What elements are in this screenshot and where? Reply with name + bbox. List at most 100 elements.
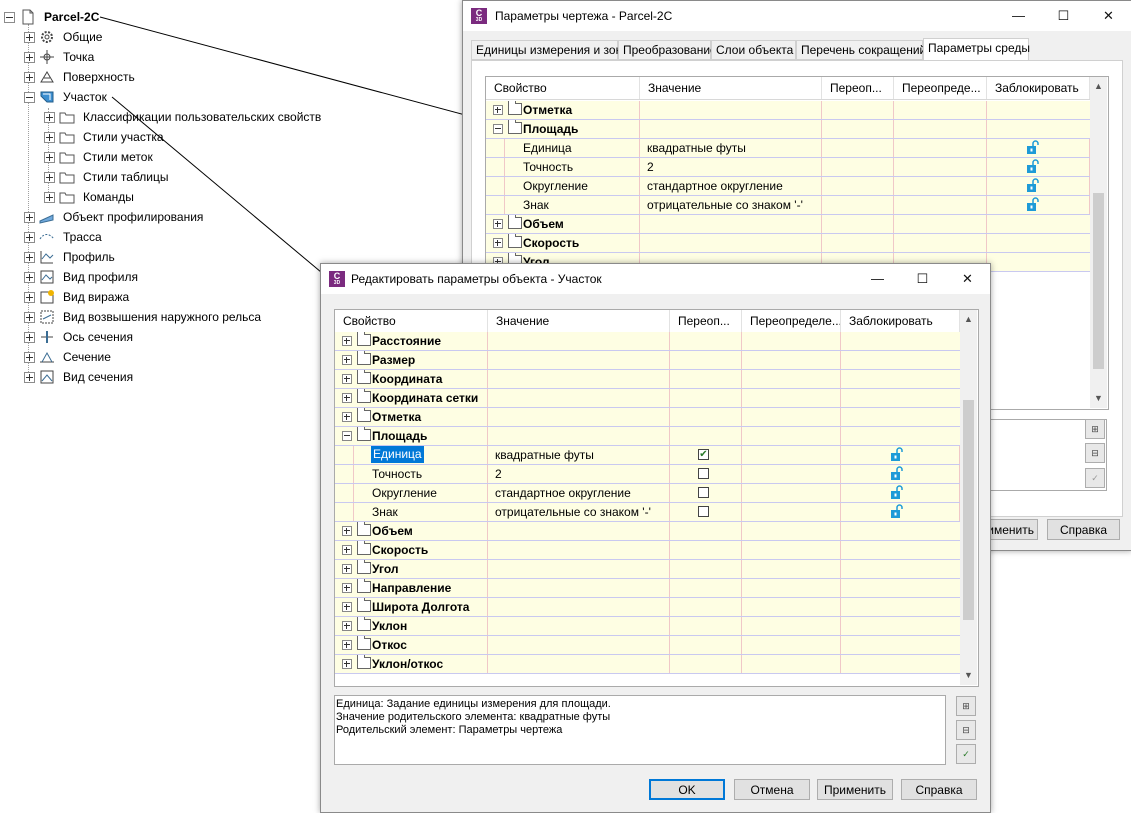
tree-item[interactable]: Классификации пользовательских свойств	[44, 107, 444, 127]
check-icon[interactable]: ✓	[1085, 468, 1105, 488]
group-cell[interactable]: Откос	[335, 636, 488, 654]
expand-toggle[interactable]	[44, 132, 55, 143]
expand-toggle[interactable]	[493, 219, 503, 229]
property-group-row[interactable]: Координата сетки	[335, 389, 960, 408]
tree-item[interactable]: Поверхность	[24, 67, 424, 87]
expand-toggle[interactable]	[24, 52, 35, 63]
override-checkbox[interactable]	[698, 487, 709, 498]
column-header-override[interactable]: Переоп...	[822, 77, 894, 99]
check-icon[interactable]: ✓	[956, 744, 976, 764]
property-row[interactable]: Округление стандартное округление	[335, 484, 960, 503]
column-header-override[interactable]: Переоп...	[670, 310, 742, 332]
vertical-scrollbar[interactable]: ▲ ▼	[1090, 77, 1107, 408]
expand-toggle[interactable]	[24, 232, 35, 243]
collapse-toggle[interactable]	[493, 124, 503, 134]
close-button[interactable]: ✕	[1086, 1, 1131, 31]
maximize-button[interactable]: ☐	[900, 264, 945, 294]
column-header-value[interactable]: Значение	[488, 310, 670, 332]
collapse-toggle[interactable]	[4, 12, 15, 23]
expand-toggle[interactable]	[342, 621, 352, 631]
expand-toggle[interactable]	[342, 602, 352, 612]
property-row[interactable]: Точность 2	[335, 465, 960, 484]
expand-toggle[interactable]	[44, 152, 55, 163]
expand-toggle[interactable]	[493, 238, 503, 248]
tree-item[interactable]: Стили участка	[44, 127, 444, 147]
lock-icon[interactable]	[890, 504, 904, 519]
override-checkbox[interactable]: ✔	[698, 449, 709, 460]
tree-item[interactable]: Трасса	[24, 227, 424, 247]
group-cell[interactable]: Размер	[335, 351, 488, 369]
override-cell[interactable]	[822, 139, 894, 157]
property-group-row[interactable]: Уклон/откос	[335, 655, 960, 674]
lock-cell[interactable]	[841, 465, 960, 483]
property-group-row[interactable]: Объем	[335, 522, 960, 541]
collapse-toggle[interactable]	[342, 431, 352, 441]
collapse-all-icon[interactable]: ⊟	[1085, 443, 1105, 463]
tab-0[interactable]: Единицы измерения и зона	[471, 40, 629, 60]
property-row[interactable]: Округление стандартное округление	[486, 177, 1090, 196]
property-group-row[interactable]: Широта Долгота	[335, 598, 960, 617]
property-value-cell[interactable]: стандартное округление	[488, 484, 670, 502]
child-override-cell[interactable]	[742, 503, 841, 521]
property-group-row[interactable]: Скорость	[486, 234, 1090, 253]
close-button[interactable]: ✕	[945, 264, 990, 294]
property-name-cell[interactable]: Знак	[335, 503, 488, 521]
tree-root[interactable]: Parcel-2C	[4, 7, 204, 27]
scroll-down-icon[interactable]: ▼	[1091, 391, 1106, 406]
cancel-button[interactable]: Отмена	[734, 779, 810, 800]
tree-item[interactable]: Стили таблицы	[44, 167, 444, 187]
override-checkbox[interactable]	[698, 506, 709, 517]
group-cell[interactable]: Уклон/откос	[335, 655, 488, 673]
property-group-row[interactable]: Площадь	[486, 120, 1090, 139]
expand-toggle[interactable]	[24, 352, 35, 363]
maximize-button[interactable]: ☐	[1041, 1, 1086, 31]
vertical-scrollbar[interactable]: ▲ ▼	[960, 310, 977, 685]
override-cell[interactable]	[670, 465, 742, 483]
expand-toggle[interactable]	[342, 355, 352, 365]
property-row[interactable]: Единица квадратные футы	[486, 139, 1090, 158]
tree-item[interactable]: Стили меток	[44, 147, 444, 167]
scroll-up-icon[interactable]: ▲	[961, 312, 976, 327]
lock-cell[interactable]	[987, 158, 1090, 176]
lock-icon[interactable]	[890, 447, 904, 462]
property-group-row[interactable]: Размер	[335, 351, 960, 370]
group-cell[interactable]: Координата	[335, 370, 488, 388]
group-cell[interactable]: Площадь	[486, 120, 640, 138]
lock-cell[interactable]	[841, 484, 960, 502]
expand-toggle[interactable]	[44, 112, 55, 123]
property-name-cell[interactable]: Единица	[335, 446, 488, 464]
override-checkbox[interactable]	[698, 468, 709, 479]
tab-3[interactable]: Перечень сокращений	[796, 40, 926, 60]
lock-cell[interactable]	[841, 503, 960, 521]
expand-toggle[interactable]	[342, 583, 352, 593]
property-name-cell[interactable]: Точность	[335, 465, 488, 483]
expand-toggle[interactable]	[342, 374, 352, 384]
property-group-row[interactable]: Направление	[335, 579, 960, 598]
tree-item[interactable]: Объект профилирования	[24, 207, 424, 227]
expand-toggle[interactable]	[24, 312, 35, 323]
property-name-cell[interactable]: Округление	[335, 484, 488, 502]
expand-toggle[interactable]	[24, 32, 35, 43]
scroll-thumb[interactable]	[1093, 193, 1104, 369]
tab-2[interactable]: Слои объекта	[711, 40, 796, 60]
expand-toggle[interactable]	[24, 252, 35, 263]
override-cell[interactable]	[822, 177, 894, 195]
group-cell[interactable]: Угол	[335, 560, 488, 578]
expand-toggle[interactable]	[342, 393, 352, 403]
expand-toggle[interactable]	[24, 292, 35, 303]
expand-toggle[interactable]	[342, 526, 352, 536]
property-row[interactable]: Единица квадратные футы ✔	[335, 446, 960, 465]
expand-toggle[interactable]	[24, 332, 35, 343]
lock-cell[interactable]	[987, 196, 1090, 214]
lock-icon[interactable]	[890, 466, 904, 481]
property-row[interactable]: Знак отрицательные со знаком '-'	[486, 196, 1090, 215]
group-cell[interactable]: Широта Долгота	[335, 598, 488, 616]
apply-button[interactable]: Применить	[817, 779, 893, 800]
tree-item[interactable]: Точка	[24, 47, 424, 67]
override-cell[interactable]	[822, 196, 894, 214]
expand-toggle[interactable]	[493, 105, 503, 115]
minimize-button[interactable]: —	[855, 264, 900, 294]
override-cell[interactable]	[822, 158, 894, 176]
lock-cell[interactable]	[987, 177, 1090, 195]
expand-toggle[interactable]	[342, 412, 352, 422]
